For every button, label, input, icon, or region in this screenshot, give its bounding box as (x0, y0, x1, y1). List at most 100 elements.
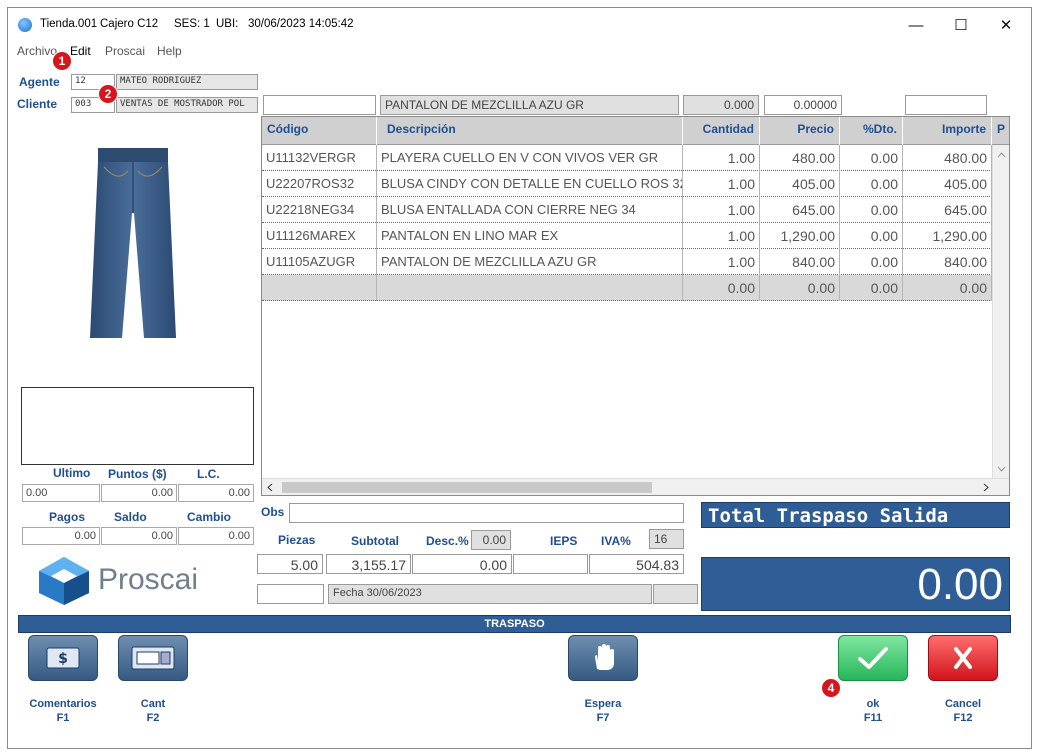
item-price-field[interactable]: 0.00000 (764, 95, 842, 115)
cell-importe: 840.00 (903, 249, 992, 275)
iva-pct-label: IVA% (601, 534, 631, 548)
cancel-button[interactable] (928, 635, 998, 681)
callout-badge-2: 2 (98, 84, 118, 104)
comentarios-key: F1 (56, 712, 70, 724)
ok-key: F11 (863, 712, 883, 724)
col-header-cantidad[interactable]: Cantidad (683, 117, 760, 145)
subtotal-label: Subtotal (351, 534, 399, 548)
pagos-label: Pagos (49, 510, 86, 524)
col-header-codigo[interactable]: Código (262, 117, 377, 145)
cell-qty: 1.00 (683, 171, 760, 197)
svg-text:$: $ (58, 651, 68, 667)
cell-qty: 1.00 (683, 249, 760, 275)
cell-desc: PLAYERA CUELLO EN V CON VIVOS VER GR (377, 145, 683, 171)
total-price: 0.00 (760, 275, 840, 301)
desc-pct-field[interactable]: 0.00 (471, 530, 511, 550)
cell-importe: 480.00 (903, 145, 992, 171)
ubi-label: UBI: (216, 18, 239, 30)
aux-field (257, 584, 324, 604)
cell-importe: 405.00 (903, 171, 992, 197)
table-row[interactable]: U11105AZUGR PANTALON DE MEZCLILLA AZU GR… (262, 249, 992, 275)
mode-bar: TRASPASO (18, 615, 1011, 633)
item-extra-field[interactable] (905, 95, 987, 115)
table-row[interactable]: U11132VERGR PLAYERA CUELLO EN V CON VIVO… (262, 145, 992, 171)
cell-dto: 0.00 (840, 145, 903, 171)
col-header-p[interactable]: P (992, 117, 1009, 145)
items-grid[interactable]: Código Descripción Cantidad Precio %Dto.… (261, 116, 1010, 496)
cant-button[interactable] (118, 635, 188, 681)
cell-code: U22207ROS32 (262, 171, 377, 197)
puntos-label: Puntos ($) (108, 467, 167, 481)
pagos-field: 0.00 (22, 527, 100, 545)
scroll-arrows-icon (997, 152, 1006, 472)
callout-badge-1: 1 (52, 51, 72, 71)
main-window: Tienda.001 Cajero C12 SES: 1 UBI: 30/06/… (7, 7, 1032, 749)
cancel-label: Cancel F12 (928, 697, 998, 725)
x-close-icon (954, 647, 972, 669)
ok-button[interactable] (838, 635, 908, 681)
product-image-jeans (90, 148, 176, 338)
total-importe: 0.00 (903, 275, 992, 301)
cell-desc (377, 275, 683, 301)
app-globe-icon (18, 18, 32, 32)
ok-label: ok F11 (838, 697, 908, 725)
menu-proscai[interactable]: Proscai (105, 44, 145, 58)
client-name-field: VENTAS DE MOSTRADOR POL (116, 97, 258, 113)
espera-label: Espera F7 (568, 697, 638, 725)
callout-badge-4: 4 (821, 678, 841, 698)
store-name: Tienda.001 (40, 18, 98, 30)
close-button[interactable]: ✕ (986, 12, 1026, 38)
hand-stop-icon (595, 644, 614, 670)
logo-text: Proscai (98, 563, 199, 596)
maximize-button[interactable]: ☐ (941, 12, 981, 38)
obs-input[interactable] (289, 503, 684, 523)
cant-key: F2 (146, 712, 160, 724)
table-row[interactable]: U22207ROS32 BLUSA CINDY CON DETALLE EN C… (262, 171, 992, 197)
col-header-dto[interactable]: %Dto. (840, 117, 903, 145)
menu-help[interactable]: Help (157, 44, 182, 58)
total-value: 0.00 (701, 557, 1010, 611)
cell-dto: 0.00 (840, 249, 903, 275)
table-row[interactable]: U11126MAREX PANTALON EN LINO MAR EX 1.00… (262, 223, 992, 249)
item-code-input[interactable] (263, 95, 376, 115)
grid-vertical-scrollbar[interactable] (992, 145, 1009, 478)
proscai-logo-icon (39, 557, 89, 605)
ieps-label: IEPS (550, 534, 578, 548)
piezas-field: 5.00 (257, 554, 323, 574)
espera-key: F7 (596, 712, 610, 724)
espera-button[interactable] (568, 635, 638, 681)
item-description-field: PANTALON DE MEZCLILLA AZU GR (380, 95, 679, 115)
obs-label: Obs (261, 505, 285, 519)
grid-horizontal-scrollbar[interactable] (262, 478, 1009, 495)
col-header-descripcion[interactable]: Descripción (377, 117, 683, 145)
cell-code: U11126MAREX (262, 223, 377, 249)
minimize-button[interactable]: — (896, 12, 936, 38)
cell-code: U22218NEG34 (262, 197, 377, 223)
espera-text: Espera (584, 698, 622, 710)
cambio-field: 0.00 (178, 527, 254, 545)
menu-archivo[interactable]: Archivo (17, 44, 57, 58)
desc-amount-field: 0.00 (412, 554, 512, 574)
cell-qty: 1.00 (683, 197, 760, 223)
cell-desc: PANTALON DE MEZCLILLA AZU GR (377, 249, 683, 275)
cancel-text: Cancel (944, 698, 982, 710)
col-header-importe[interactable]: Importe (903, 117, 992, 145)
menu-bar: Archivo Edit Proscai Help (8, 42, 1031, 62)
col-header-precio[interactable]: Precio (760, 117, 840, 145)
comentarios-button[interactable]: $ (28, 635, 98, 681)
cambio-label: Cambio (187, 510, 232, 524)
money-icon: $ (46, 647, 80, 669)
total-title: Total Traspaso Salida (701, 502, 1010, 528)
cell-price: 645.00 (760, 197, 840, 223)
notes-box (21, 387, 254, 465)
item-qty-field[interactable]: 0.000 (683, 95, 759, 115)
desc-pct-label: Desc.% (426, 534, 469, 548)
iva-pct-field: 16 (649, 529, 684, 549)
ieps-field (513, 554, 588, 574)
comentarios-text: Comentarios (29, 698, 97, 710)
cell-qty: 1.00 (683, 145, 760, 171)
cant-text: Cant (140, 698, 166, 710)
menu-edit[interactable]: Edit (70, 44, 91, 58)
table-row[interactable]: U22218NEG34 BLUSA ENTALLADA CON CIERRE N… (262, 197, 992, 223)
title-bar: Tienda.001 Cajero C12 SES: 1 UBI: 30/06/… (8, 8, 1031, 42)
